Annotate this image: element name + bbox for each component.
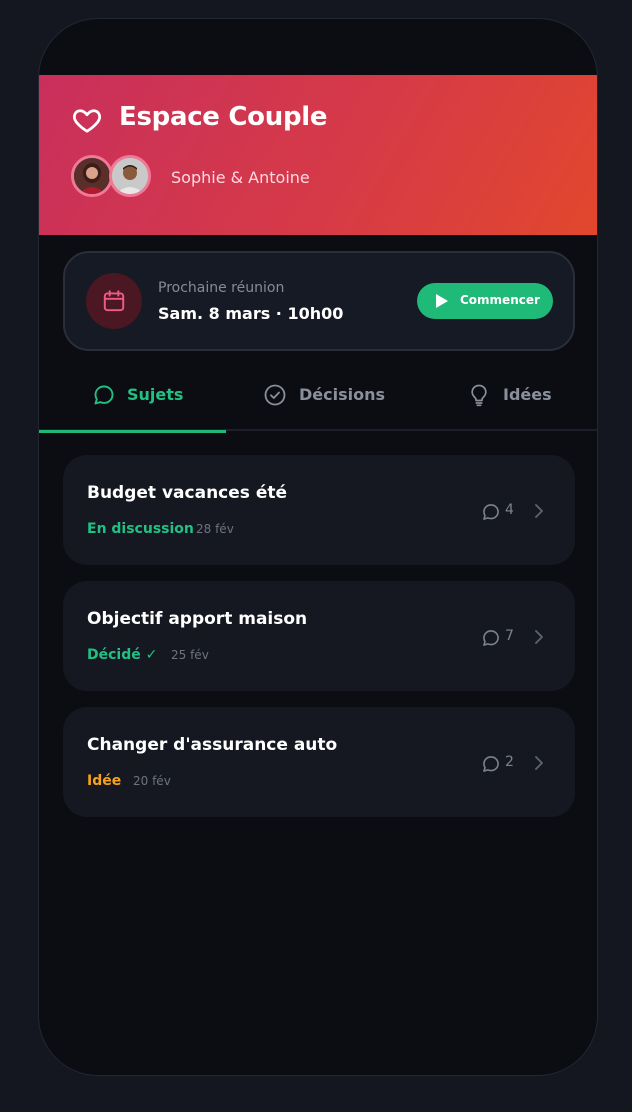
active-tab-indicator <box>39 430 226 433</box>
avatar-antoine-image <box>112 158 148 194</box>
phone-frame: Espace Couple Sophie & Antoine Prochaine… <box>38 18 598 1076</box>
comment-icon <box>483 756 499 772</box>
topic-title: Changer d'assurance auto <box>87 735 338 755</box>
topic-status: En discussion <box>87 521 194 537</box>
avatar-antoine[interactable] <box>109 155 151 197</box>
comment-count: 2 <box>505 754 514 770</box>
partners-names: Sophie & Antoine <box>171 168 310 187</box>
avatar-sophie-image <box>74 158 110 194</box>
start-meeting-button[interactable]: Commencer <box>417 283 553 319</box>
topic-card[interactable]: Budget vacances été En discussion 28 fév… <box>63 455 575 565</box>
topic-status: Décidé ✓ <box>87 647 158 663</box>
topic-card[interactable]: Changer d'assurance auto Idée 20 fév 2 <box>63 707 575 817</box>
topic-title: Budget vacances été <box>87 483 288 503</box>
start-meeting-label: Commencer <box>460 293 540 307</box>
comment-icon <box>483 630 499 646</box>
topic-date: 28 fév <box>196 522 234 536</box>
tab-sujets-label: Sujets <box>127 385 184 404</box>
avatar-sophie[interactable] <box>71 155 113 197</box>
tab-idees[interactable]: Idées <box>413 359 597 431</box>
tab-bar: Sujets Décisions Idées <box>39 359 597 433</box>
next-meeting-card: Prochaine réunion Sam. 8 mars · 10h00 Co… <box>63 251 575 351</box>
next-meeting-date: Sam. 8 mars · 10h00 <box>158 304 344 323</box>
tab-decisions[interactable]: Décisions <box>226 359 413 431</box>
next-meeting-label: Prochaine réunion <box>158 280 285 296</box>
topic-title: Objectif apport maison <box>87 609 308 629</box>
topic-date: 25 fév <box>171 648 209 662</box>
comment-icon <box>483 504 499 520</box>
topic-date: 20 fév <box>133 774 171 788</box>
chevron-right-icon <box>535 504 543 518</box>
comment-count: 4 <box>505 502 514 518</box>
lightbulb-icon <box>471 384 487 407</box>
tab-sujets[interactable]: Sujets <box>39 359 226 433</box>
topic-status: Idée <box>87 773 122 789</box>
check-circle-icon <box>264 384 286 406</box>
chat-bubble-icon <box>94 385 114 405</box>
heart-icon <box>72 109 102 133</box>
couple-header: Espace Couple Sophie & Antoine <box>39 75 597 235</box>
calendar-badge <box>86 273 142 329</box>
comment-count: 7 <box>505 628 514 644</box>
tab-idees-label: Idées <box>503 385 552 404</box>
chevron-right-icon <box>535 630 543 644</box>
tab-decisions-label: Décisions <box>299 385 386 404</box>
calendar-icon <box>103 290 125 312</box>
chevron-right-icon <box>535 756 543 770</box>
topic-card[interactable]: Objectif apport maison Décidé ✓ 25 fév 7 <box>63 581 575 691</box>
page-title: Espace Couple <box>119 102 328 132</box>
play-icon <box>436 294 448 308</box>
